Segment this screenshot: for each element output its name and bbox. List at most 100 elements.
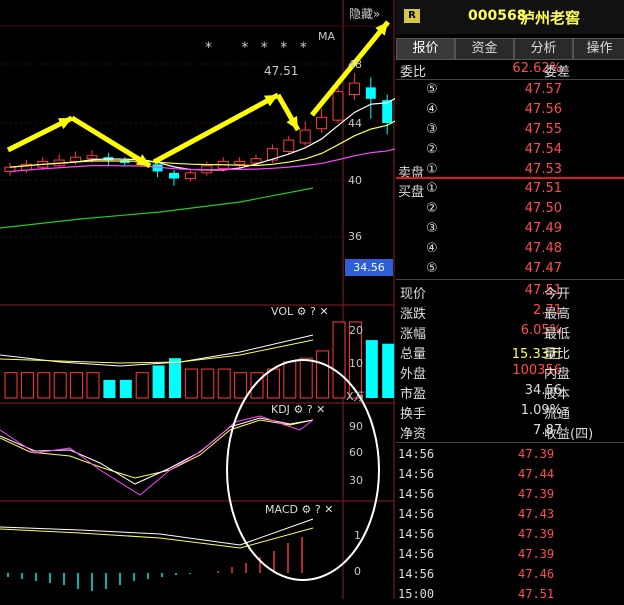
volume-bar-up [283, 361, 297, 399]
volume-bar-up [4, 372, 18, 399]
close-icon[interactable]: ✕ [316, 403, 325, 416]
volume-bar-up [53, 372, 67, 399]
price-axis-40: 40 [348, 174, 362, 187]
help-icon[interactable]: ? [310, 305, 316, 318]
bid-level-index: ① [426, 181, 438, 196]
stock-code: 000568 [468, 8, 527, 24]
volume-bar-up [217, 368, 231, 399]
gear-icon[interactable]: ⚙ [297, 305, 307, 318]
tick-price: 47.39 [518, 447, 555, 461]
stat-label: 换手 [400, 407, 427, 422]
hide-panel-label: 隐藏 [349, 7, 374, 21]
tick-row: 14:56 47.39 [396, 525, 624, 545]
bid-level-index: ② [426, 201, 438, 216]
ask-row[interactable]: ④ 47.56 [396, 100, 624, 120]
bid-row[interactable]: ② 47.50 [396, 199, 624, 219]
volume-bar-up [316, 350, 330, 399]
vol-unit: X万 [346, 390, 365, 403]
rzrq-badge: R [404, 9, 420, 23]
volume-bar-up [135, 372, 149, 399]
candle-body-up [250, 158, 262, 164]
ask-row[interactable]: ③ 47.55 [396, 120, 624, 140]
macd-axis-0: 0 [354, 565, 361, 578]
stat-label: 总量 [400, 347, 427, 362]
volume-bar-up [250, 372, 264, 399]
divider [396, 279, 624, 280]
tick-time: 14:56 [398, 487, 435, 501]
tick-time: 14:56 [398, 567, 435, 581]
gear-icon[interactable]: ⚙ [293, 403, 303, 416]
candle-body-up [332, 91, 344, 121]
tick-row: 14:56 47.39 [396, 445, 624, 465]
tick-row: 15:00 47.51 [396, 585, 624, 605]
volume-bar-up [70, 372, 84, 399]
kline-chart-area[interactable]: 隐藏» MA * * * * * 47.51 48 44 40 36 34.56… [0, 0, 395, 599]
stat-label: 涨幅 [400, 327, 427, 342]
volume-bar-down [169, 358, 181, 398]
macd-axis-1: 1 [354, 529, 361, 542]
tab-funds[interactable]: 资金 [455, 38, 514, 60]
stat-label: 涨跌 [400, 307, 427, 322]
volume-bar-up [86, 372, 100, 399]
kdj-d-line [0, 419, 314, 479]
stat-label-2: 内盘 [544, 367, 571, 382]
stat-label-2: 最低 [544, 327, 571, 342]
close-icon[interactable]: ✕ [324, 503, 333, 516]
bid-row[interactable]: ⑤ 47.47 [396, 259, 624, 279]
kdj-panel-header: KDJ ⚙ ? ✕ [271, 403, 325, 416]
bid-level-index: ④ [426, 241, 438, 256]
star-markers: * * * * * [205, 40, 311, 56]
tick-price: 47.44 [518, 467, 555, 481]
double-chevron-right-icon: » [373, 7, 381, 21]
kdj-label: KDJ [271, 403, 290, 416]
bid-price: 47.47 [524, 261, 562, 276]
bid-row[interactable]: ③ 47.49 [396, 219, 624, 239]
kdj-axis-30: 30 [349, 474, 363, 487]
candle-body-up [184, 172, 196, 180]
bid-row[interactable]: 买盘 ① 47.51 [396, 179, 624, 200]
hide-panel-button[interactable]: 隐藏» [349, 5, 380, 22]
quote-panel: R 000568 泸州老窖 报价 资金 分析 操作 委比 62.62% 委差 ⑤… [396, 0, 624, 601]
tick-row: 14:56 47.46 [396, 565, 624, 585]
current-price-tag: 34.56 [345, 259, 393, 276]
stat-row: 净资 7.87 收益(四) [396, 421, 624, 442]
kline-chart-svg[interactable] [0, 0, 395, 599]
candle-body-up [283, 139, 295, 153]
vol-axis-20: 20 [349, 324, 363, 337]
stat-label: 外盘 [400, 367, 427, 382]
bid-price: 47.51 [524, 181, 562, 196]
bid-price: 47.48 [524, 241, 562, 256]
stat-row: 现价 47.51 今开 [396, 281, 624, 302]
volume-bar-down [365, 340, 378, 398]
ask-row[interactable]: ⑤ 47.57 [396, 80, 624, 100]
stat-row: 外盘 100356 内盘 [396, 361, 624, 382]
ask-price: 47.53 [524, 162, 562, 177]
volume-bar-up [37, 372, 51, 399]
gear-icon[interactable]: ⚙ [301, 503, 311, 516]
stat-label-2: 股本 [544, 387, 571, 402]
help-icon[interactable]: ? [307, 403, 313, 416]
stat-label-2: 今开 [544, 287, 571, 302]
tick-time: 14:56 [398, 447, 435, 461]
volume-bar-down [103, 379, 116, 398]
tick-time: 14:56 [398, 507, 435, 521]
candle-body-up [234, 160, 246, 165]
bid-row[interactable]: ④ 47.48 [396, 239, 624, 259]
kdj-j-line [0, 415, 314, 496]
tab-operation[interactable]: 操作 [573, 38, 624, 60]
weicha-label: 委差 [544, 65, 571, 80]
stat-row: 涨幅 6.05% 最低 [396, 321, 624, 342]
vol-axis-10: 10 [349, 357, 363, 370]
vol-ma10-line [0, 339, 314, 364]
kdj-axis-60: 60 [349, 446, 363, 459]
ask-row[interactable]: ② 47.54 [396, 140, 624, 160]
tick-price: 47.46 [518, 567, 555, 581]
tab-quote[interactable]: 报价 [396, 38, 455, 60]
ask-level-index: ① [426, 162, 438, 177]
tab-analysis[interactable]: 分析 [514, 38, 573, 60]
close-icon[interactable]: ✕ [319, 305, 328, 318]
stat-label-2: 流通 [544, 407, 571, 422]
candle-body-up [316, 116, 328, 130]
tick-row: 14:56 47.39 [396, 485, 624, 505]
help-icon[interactable]: ? [315, 503, 321, 516]
